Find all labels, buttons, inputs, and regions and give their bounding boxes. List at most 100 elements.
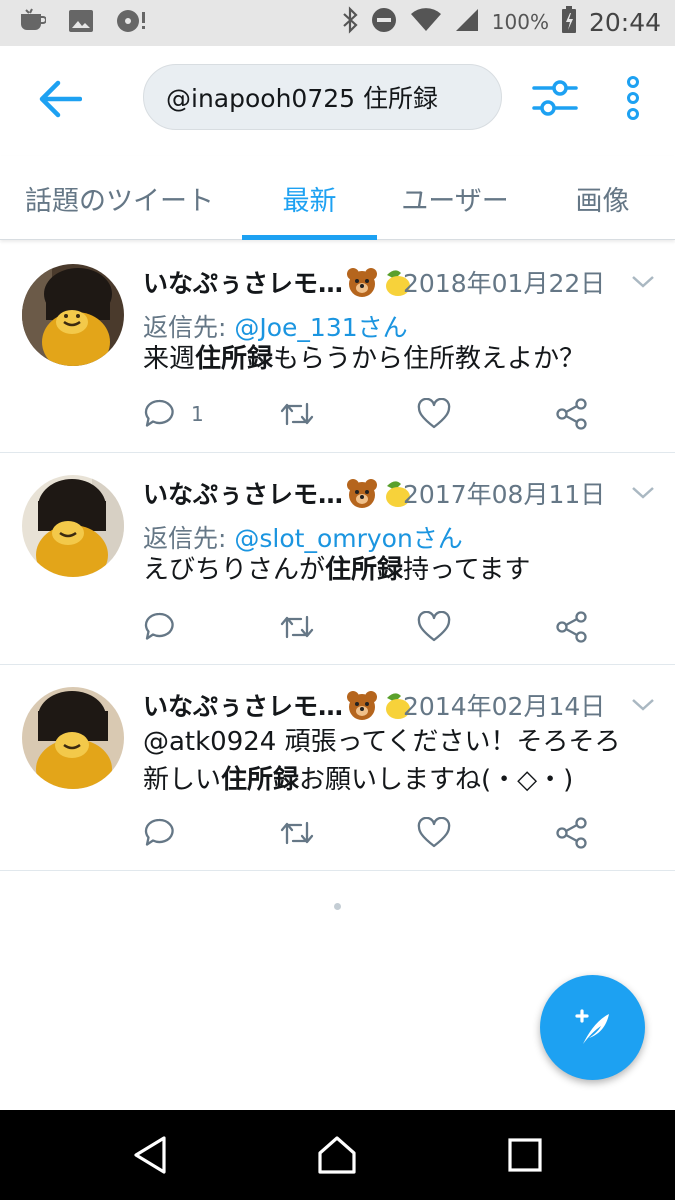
share-button[interactable] xyxy=(555,394,589,434)
reply-icon xyxy=(144,399,174,427)
bear-emoji-icon xyxy=(345,478,379,508)
chevron-down-icon xyxy=(632,699,654,711)
like-button[interactable] xyxy=(417,394,451,434)
share-button[interactable] xyxy=(555,607,589,647)
reply-count: 1 xyxy=(191,402,204,426)
reply-icon xyxy=(144,612,174,640)
retweet-icon xyxy=(280,402,314,426)
nav-recents-square-icon xyxy=(508,1138,542,1172)
retweet-icon xyxy=(280,615,314,639)
share-icon xyxy=(556,817,587,849)
reply-context: 返信先: @slot_omryonさん xyxy=(143,519,463,555)
tweet-text: 来週住所録もらうから住所教えよか？ xyxy=(143,340,653,378)
tab-top-tweets[interactable]: 話題のツイート xyxy=(12,156,227,240)
tweet-item[interactable]: いなぷぅさレモ… 2018年01月22日 返信先: @Joe_131さん 来週住… xyxy=(0,242,675,453)
tweet-menu-caret[interactable] xyxy=(630,272,656,292)
retweet-button[interactable] xyxy=(279,607,315,647)
tweet-text-line: 新しい住所録お願いしますね(・◇・) xyxy=(143,761,653,799)
media-notification-icon xyxy=(116,8,146,38)
bear-emoji-icon xyxy=(345,267,379,297)
tweet-date: 2018年01月22日 xyxy=(403,269,606,298)
reply-button[interactable] xyxy=(143,607,191,647)
reply-icon xyxy=(144,818,174,846)
nav-back-button[interactable] xyxy=(128,1132,178,1178)
nav-recents-button[interactable] xyxy=(502,1132,552,1178)
tweet-menu-caret[interactable] xyxy=(630,695,656,715)
do-not-disturb-icon xyxy=(370,6,398,38)
avatar[interactable] xyxy=(22,475,124,577)
reply-context: 返信先: @Joe_131さん xyxy=(143,308,408,344)
tweet-text-part: えびちりさんが xyxy=(143,555,326,585)
user-display-name[interactable]: いなぷぅさレモ… xyxy=(143,264,343,300)
retweet-button[interactable] xyxy=(279,813,315,853)
tweet-text-part: もらうから住所教えよか？ xyxy=(273,344,586,374)
image-notification-icon xyxy=(68,9,94,37)
nav-back-triangle-icon xyxy=(134,1136,166,1174)
tab-images[interactable]: 画像 xyxy=(555,156,650,240)
more-options-button[interactable] xyxy=(618,74,648,122)
search-input[interactable]: @inapooh0725 住所録 xyxy=(143,64,502,130)
tweet-text: えびちりさんが住所録持ってます xyxy=(143,551,653,589)
reply-prefix: 返信先: xyxy=(143,524,235,553)
tweet-item[interactable]: いなぷぅさレモ… 2017年08月11日 返信先: @slot_omryonさん… xyxy=(0,453,675,665)
search-highlight: 住所録 xyxy=(325,555,404,585)
tweet-text-part: 持ってます xyxy=(403,555,531,585)
avatar[interactable] xyxy=(22,687,124,789)
search-highlight: 住所録 xyxy=(195,344,274,374)
user-display-name[interactable]: いなぷぅさレモ… xyxy=(143,475,343,511)
reply-button[interactable] xyxy=(143,813,191,853)
tweet-text-part: 新しい xyxy=(143,765,222,795)
like-button[interactable] xyxy=(417,813,451,853)
tweet-date: 2017年08月11日 xyxy=(403,480,606,509)
signal-icon xyxy=(454,7,480,37)
search-filter-button[interactable] xyxy=(530,76,580,120)
bluetooth-icon xyxy=(342,6,358,38)
active-tab-indicator xyxy=(242,235,377,240)
chevron-down-icon xyxy=(632,487,654,499)
share-icon xyxy=(556,398,587,430)
more-vert-icon xyxy=(627,76,639,120)
tab-latest[interactable]: 最新 xyxy=(242,156,377,240)
nav-home-icon xyxy=(318,1136,356,1174)
system-navigation-bar xyxy=(0,1110,675,1200)
search-tabs: 話題のツイート 最新 ユーザー 画像 xyxy=(0,156,675,240)
back-button[interactable] xyxy=(34,76,86,122)
app-header: @inapooh0725 住所録 話題のツイート 最新 ユーザー 画像 xyxy=(0,46,675,240)
filter-sliders-icon xyxy=(532,80,578,116)
tweet-text-part: お願いしますね(・◇・) xyxy=(299,765,574,795)
back-arrow-icon xyxy=(39,80,82,118)
search-highlight: 住所録 xyxy=(221,765,300,795)
tweet-item[interactable]: いなぷぅさレモ… 2014年02月14日 @atk0924 頑張ってください！そ… xyxy=(0,665,675,871)
like-button[interactable] xyxy=(417,607,451,647)
app-notification-icon xyxy=(18,8,47,38)
user-display-name[interactable]: いなぷぅさレモ… xyxy=(143,687,343,723)
avatar[interactable] xyxy=(22,264,124,366)
share-button[interactable] xyxy=(555,813,589,853)
retweet-button[interactable] xyxy=(279,394,315,434)
tweet-menu-caret[interactable] xyxy=(630,483,656,503)
tweet-header: いなぷぅさレモ… 2017年08月11日 xyxy=(143,475,605,511)
heart-icon xyxy=(417,398,451,429)
reply-to-link[interactable]: @slot_omryonさん xyxy=(234,524,462,553)
bear-emoji-icon xyxy=(345,690,379,720)
status-time: 20:44 xyxy=(588,7,661,37)
share-icon xyxy=(556,611,587,643)
tweet-actions xyxy=(143,813,603,853)
compose-feather-icon xyxy=(574,1008,609,1044)
compose-tweet-button[interactable] xyxy=(540,975,645,1080)
retweet-icon xyxy=(280,821,314,845)
search-query-text: @inapooh0725 住所録 xyxy=(166,84,438,113)
chevron-down-icon xyxy=(632,276,654,288)
tweet-date: 2014年02月14日 xyxy=(403,692,606,721)
tweet-header: いなぷぅさレモ… 2014年02月14日 xyxy=(143,687,605,723)
wifi-icon xyxy=(410,7,442,37)
battery-icon xyxy=(561,6,577,38)
tweet-header: いなぷぅさレモ… 2018年01月22日 xyxy=(143,264,605,300)
loading-indicator-dot xyxy=(334,903,341,910)
tab-users[interactable]: ユーザー xyxy=(390,156,520,240)
reply-to-link[interactable]: @Joe_131さん xyxy=(234,313,407,342)
nav-home-button[interactable] xyxy=(313,1132,363,1178)
tweet-text-line: @atk0924 頑張ってください！そろそろ xyxy=(143,727,621,757)
tweet-actions: 1 xyxy=(143,394,603,434)
reply-button[interactable]: 1 xyxy=(143,394,204,434)
